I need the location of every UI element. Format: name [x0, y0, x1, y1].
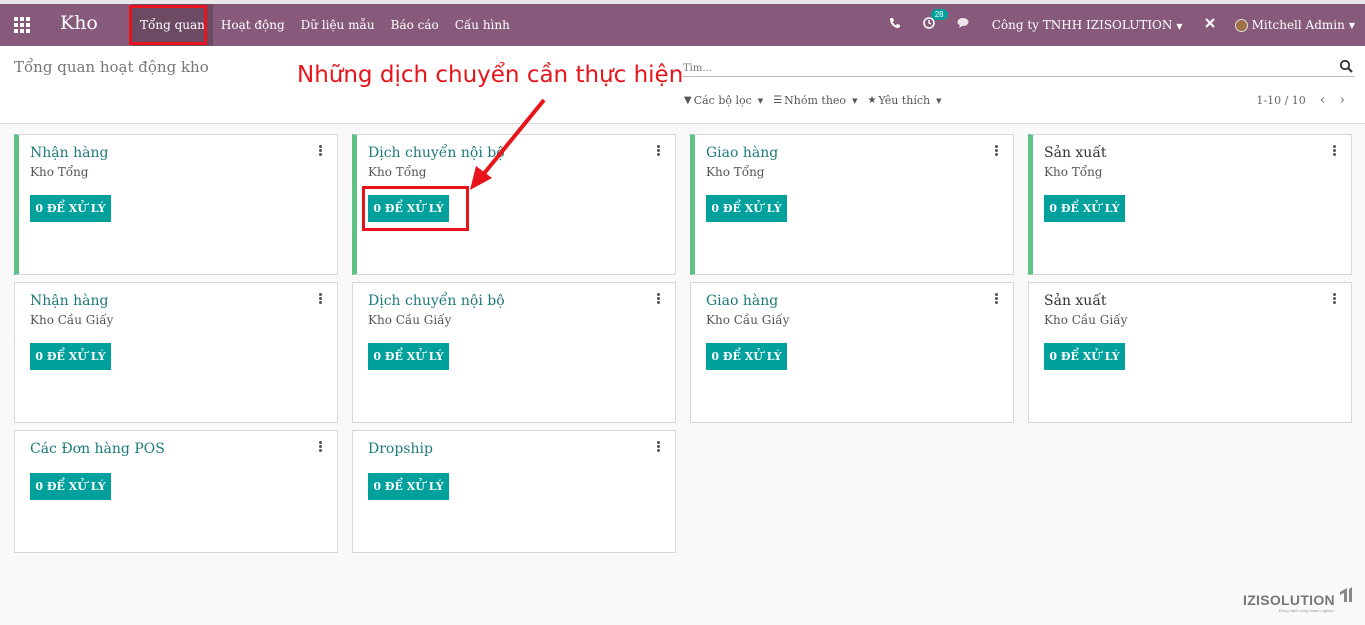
logo-mark-icon: [1340, 587, 1352, 602]
search-options: ▼ Các bộ lọc ▼ ☰ Nhóm theo ▼ ★ Yêu thích…: [684, 94, 951, 107]
search-input[interactable]: [683, 61, 1323, 74]
card-warehouse: Kho Tổng: [706, 165, 765, 179]
annotation-arrow: [470, 98, 546, 190]
avatar: [1234, 18, 1248, 32]
highlight-box-menu: [129, 5, 207, 45]
filters-button[interactable]: ▼ Các bộ lọc ▼: [684, 94, 763, 107]
to-process-button[interactable]: 0 ĐỂ XỬ LÝ: [368, 343, 449, 370]
card-delivery-kho-tong[interactable]: Giao hàng Kho Tổng 0 ĐỂ XỬ LÝ: [690, 134, 1014, 275]
chevron-down-icon: ▼: [936, 96, 942, 105]
card-receipts-kho-cau-giay[interactable]: Nhận hàng Kho Cầu Giấy 0 ĐỂ XỬ LÝ: [14, 282, 338, 423]
card-title[interactable]: Giao hàng: [706, 293, 778, 309]
annotation-text: Những dịch chuyển cần thực hiện: [297, 62, 684, 88]
highlight-box-button: [362, 186, 469, 231]
menu-master-data[interactable]: Dữ liệu mẫu: [293, 4, 383, 46]
company-switcher[interactable]: Công ty TNHH IZISOLUTION ▼: [992, 18, 1183, 32]
star-icon: ★: [867, 95, 877, 106]
group-by-button[interactable]: ☰ Nhóm theo ▼: [773, 94, 857, 107]
card-internal-kho-cau-giay[interactable]: Dịch chuyển nội bộ Kho Cầu Giấy 0 ĐỂ XỬ …: [352, 282, 676, 423]
activity-count-badge: 28: [930, 9, 948, 20]
navbar-right: 28 Công ty TNHH IZISOLUTION ▼ Mitchell Ad…: [878, 4, 1365, 46]
top-navbar: Kho Tổng quan Hoạt động Dữ liệu mẫu Báo …: [0, 0, 1365, 46]
logo-tagline: Đồng hành cùng doanh nghiệp: [1279, 608, 1334, 613]
chevron-down-icon: ▼: [757, 96, 764, 105]
card-title[interactable]: Sản xuất: [1044, 293, 1107, 309]
kebab-menu-icon[interactable]: [1333, 145, 1337, 157]
chevron-right-icon[interactable]: ›: [1339, 92, 1345, 108]
card-title[interactable]: Sản xuất: [1044, 145, 1107, 161]
pager: 1-10 / 10 ‹ ›: [1256, 92, 1345, 108]
menu-reporting[interactable]: Báo cáo: [383, 4, 447, 46]
card-manufacturing-kho-cau-giay[interactable]: Sản xuất Kho Cầu Giấy 0 ĐỂ XỬ LÝ: [1028, 282, 1352, 423]
kebab-menu-icon[interactable]: [319, 441, 323, 453]
card-warehouse: Kho Tổng: [1044, 165, 1103, 179]
kebab-menu-icon[interactable]: [657, 145, 661, 157]
list-icon: ☰: [773, 95, 783, 106]
card-warehouse: Kho Tổng: [368, 165, 427, 179]
user-menu[interactable]: Mitchell Admin ▼: [1234, 18, 1355, 32]
chevron-down-icon: ▼: [1176, 22, 1183, 31]
card-delivery-kho-cau-giay[interactable]: Giao hàng Kho Cầu Giấy 0 ĐỂ XỬ LÝ: [690, 282, 1014, 423]
kebab-menu-icon[interactable]: [995, 145, 999, 157]
izisolution-logo: IZISOLUTION Đồng hành cùng doanh nghiệp: [1243, 587, 1352, 613]
card-warehouse: Kho Cầu Giấy: [1044, 313, 1128, 327]
card-warehouse: Kho Cầu Giấy: [368, 313, 452, 327]
kebab-menu-icon[interactable]: [319, 145, 323, 157]
apps-grid-icon[interactable]: [14, 17, 31, 33]
search-bar: [683, 56, 1355, 77]
search-icon[interactable]: [1339, 59, 1353, 73]
card-warehouse: Kho Cầu Giấy: [30, 313, 114, 327]
logo-text: IZISOLUTION: [1243, 592, 1335, 608]
kebab-menu-icon[interactable]: [1333, 293, 1337, 305]
to-process-button[interactable]: 0 ĐỂ XỬ LÝ: [30, 473, 111, 500]
to-process-button[interactable]: 0 ĐỂ XỬ LÝ: [706, 343, 787, 370]
phone-icon[interactable]: [889, 17, 901, 33]
card-receipts-kho-tong[interactable]: Nhận hàng Kho Tổng 0 ĐỂ XỬ LÝ: [14, 134, 338, 275]
card-title[interactable]: Nhận hàng: [30, 145, 108, 161]
app-name[interactable]: Kho: [60, 12, 98, 34]
card-manufacturing-kho-tong[interactable]: Sản xuất Kho Tổng 0 ĐỂ XỬ LÝ: [1028, 134, 1352, 275]
to-process-button[interactable]: 0 ĐỂ XỬ LÝ: [30, 195, 111, 222]
card-title[interactable]: Giao hàng: [706, 145, 778, 161]
activity-clock-icon[interactable]: 28: [922, 9, 948, 33]
kebab-menu-icon[interactable]: [657, 293, 661, 305]
card-title[interactable]: Dịch chuyển nội bộ: [368, 293, 505, 309]
favorites-button[interactable]: ★ Yêu thích ▼: [867, 94, 941, 107]
card-pos-orders[interactable]: Các Đơn hàng POS 0 ĐỂ XỬ LÝ: [14, 430, 338, 553]
kebab-menu-icon[interactable]: [657, 441, 661, 453]
chevron-down-icon: ▼: [852, 96, 858, 105]
to-process-button[interactable]: 0 ĐỂ XỬ LÝ: [706, 195, 787, 222]
chevron-down-icon: ▼: [1348, 20, 1355, 30]
card-dropship[interactable]: Dropship 0 ĐỂ XỬ LÝ: [352, 430, 676, 553]
pager-value[interactable]: 1-10 / 10: [1256, 94, 1305, 107]
card-warehouse: Kho Tổng: [30, 165, 89, 179]
menu-operations[interactable]: Hoạt động: [213, 4, 293, 46]
to-process-button[interactable]: 0 ĐỂ XỬ LÝ: [1044, 195, 1125, 222]
user-name: Mitchell Admin: [1251, 18, 1345, 32]
kebab-menu-icon[interactable]: [319, 293, 323, 305]
chat-icon[interactable]: [957, 17, 971, 33]
card-warehouse: Kho Cầu Giấy: [706, 313, 790, 327]
kebab-menu-icon[interactable]: [995, 293, 999, 305]
to-process-button[interactable]: 0 ĐỂ XỬ LÝ: [30, 343, 111, 370]
to-process-button[interactable]: 0 ĐỂ XỬ LÝ: [1044, 343, 1125, 370]
page-title: Tổng quan hoạt động kho: [14, 58, 209, 76]
card-title[interactable]: Nhận hàng: [30, 293, 108, 309]
filter-icon: ▼: [684, 95, 692, 106]
to-process-button[interactable]: 0 ĐỂ XỬ LÝ: [368, 473, 449, 500]
debug-tools-icon[interactable]: [1204, 17, 1216, 33]
chevron-left-icon[interactable]: ‹: [1320, 92, 1326, 108]
card-title[interactable]: Các Đơn hàng POS: [30, 441, 165, 457]
card-title[interactable]: Dropship: [368, 441, 433, 457]
menu-configuration[interactable]: Cấu hình: [447, 4, 518, 46]
